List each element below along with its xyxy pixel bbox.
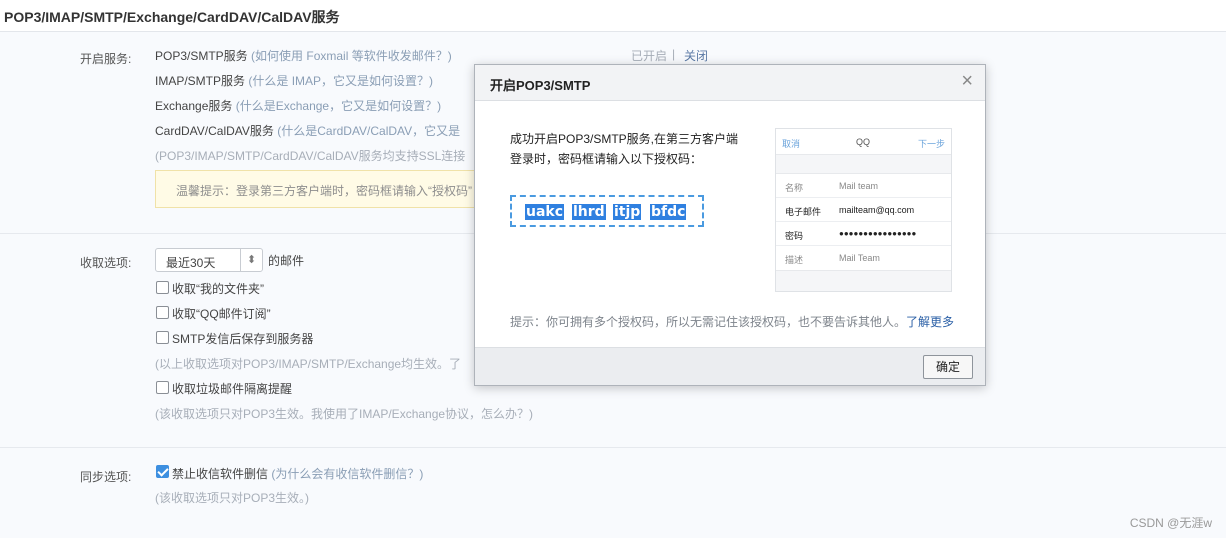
status-separator: | xyxy=(672,47,676,61)
illustration-row: 电子邮件 mailteam@qq.com xyxy=(776,198,951,222)
option-label: 禁止收信软件删信 xyxy=(172,467,269,481)
disable-pop3-link[interactable]: 关闭 xyxy=(684,47,708,64)
row-key: 电子邮件 xyxy=(785,207,822,217)
checkbox-prevent-delete[interactable] xyxy=(156,465,169,478)
illustration-next: 下一步 xyxy=(917,139,945,149)
hint-text: 提示：你可拥有多个授权码，所以无需记住该授权码，也不要告诉其他人。 xyxy=(510,315,907,329)
section-divider xyxy=(0,447,1226,448)
select-value: 最近30天 xyxy=(166,256,216,270)
row-value: Mail team xyxy=(839,181,879,191)
notice-text: 温馨提示：登录第三方客户端时，密码框请输入“授权码” xyxy=(176,184,472,198)
auth-code-part: bfdc xyxy=(650,204,687,220)
sync-help-link[interactable]: (为什么会有收信软件删信？) xyxy=(271,467,423,481)
auth-code-part: uakc xyxy=(525,204,565,220)
receive-note: (以上收取选项对POP3/IMAP/SMTP/Exchange均生效。了 xyxy=(155,357,462,371)
confirm-button[interactable]: 确定 xyxy=(923,355,973,379)
auth-code-part: lhrd xyxy=(572,204,606,220)
service-help-link[interactable]: (什么是CardDAV/CalDAV，它又是 xyxy=(277,124,460,138)
service-name: POP3/SMTP服务 xyxy=(155,49,248,63)
dialog-footer: 确定 xyxy=(475,347,985,385)
row-key: 描述 xyxy=(785,255,804,265)
service-help-link[interactable]: (什么是Exchange，它又是如何设置？) xyxy=(236,99,441,113)
option-label: 收取“QQ邮件订阅” xyxy=(172,307,271,321)
auth-code-part: itjp xyxy=(613,204,642,220)
ssl-note: (POP3/IMAP/SMTP/CardDAV/CalDAV服务均支持SSL连接 xyxy=(155,149,466,163)
select-arrows-icon: ⬍ xyxy=(240,249,262,271)
illustration-toolbar: 取消 QQ 下一步 xyxy=(776,129,951,155)
watermark: CSDN @无涯w xyxy=(1129,516,1212,530)
date-range-select[interactable]: 最近30天 ⬍ xyxy=(155,248,263,272)
illustration-row: 描述 Mail Team xyxy=(776,246,951,270)
row-key: 密码 xyxy=(785,231,804,241)
row-value: Mail Team xyxy=(839,253,880,263)
sync-option: 禁止收信软件删信 (为什么会有收信软件删信？) xyxy=(172,465,423,482)
message-line: 登录时，密码框请输入以下授权码： xyxy=(510,152,703,166)
client-setup-illustration: 取消 QQ 下一步 名称 Mail team 电子邮件 mailteam@qq.… xyxy=(775,128,952,292)
message-line: 成功开启POP3/SMTP服务,在第三方客户端 xyxy=(510,132,739,146)
service-row-imap: IMAP/SMTP服务 (什么是 IMAP，它又是如何设置？) xyxy=(155,72,433,89)
illustration-row: 名称 Mail team xyxy=(776,174,951,198)
illustration-cancel: 取消 xyxy=(782,139,801,149)
page-header: POP3/IMAP/SMTP/Exchange/CardDAV/CalDAV服务 xyxy=(0,0,1226,32)
illustration-form: 名称 Mail team 电子邮件 mailteam@qq.com 密码 ●●●… xyxy=(776,173,951,271)
illustration-title: QQ xyxy=(856,137,871,147)
checkbox-qq-subscription[interactable] xyxy=(156,306,169,319)
checkbox-smtp-save[interactable] xyxy=(156,331,169,344)
service-name: IMAP/SMTP服务 xyxy=(155,74,246,88)
option-label: SMTP发信后保存到服务器 xyxy=(172,332,314,346)
learn-more-link[interactable]: 了解更多 xyxy=(906,315,954,329)
option-label: 收取“我的文件夹” xyxy=(172,282,264,296)
receive-label: 收取选项: xyxy=(80,256,132,270)
row-value: ●●●●●●●●●●●●●●●● xyxy=(839,229,917,238)
service-name: Exchange服务 xyxy=(155,99,233,113)
auth-code-notice: 温馨提示：登录第三方客户端时，密码框请输入“授权码” xyxy=(155,170,485,208)
service-row-carddav: CardDAV/CalDAV服务 (什么是CardDAV/CalDAV，它又是 xyxy=(155,122,460,139)
dialog-header: 开启POP3/SMTP × xyxy=(475,65,985,101)
row-value: mailteam@qq.com xyxy=(839,205,915,215)
illustration-row: 密码 ●●●●●●●●●●●●●●●● xyxy=(776,222,951,246)
service-help-link[interactable]: (如何使用 Foxmail 等软件收发邮件？) xyxy=(251,49,452,63)
service-name: CardDAV/CalDAV服务 xyxy=(155,124,274,138)
sync-label: 同步选项: xyxy=(80,470,132,484)
dialog-message: 成功开启POP3/SMTP服务,在第三方客户端 登录时，密码框请输入以下授权码： xyxy=(510,129,750,169)
close-icon[interactable]: × xyxy=(961,71,973,91)
page-title: POP3/IMAP/SMTP/Exchange/CardDAV/CalDAV服务 xyxy=(4,9,340,25)
sync-note: (该收取选项只对POP3生效。) xyxy=(155,491,310,505)
checkbox-my-folders[interactable] xyxy=(156,281,169,294)
receive-note-pop3: (该收取选项只对POP3生效。我使用了IMAP/Exchange协议，怎么办？) xyxy=(155,407,534,421)
dialog-hint: 提示：你可拥有多个授权码，所以无需记住该授权码，也不要告诉其他人。了解更多 xyxy=(510,313,954,330)
services-label: 开启服务: xyxy=(80,52,132,66)
service-row-pop3: POP3/SMTP服务 (如何使用 Foxmail 等软件收发邮件？) xyxy=(155,47,452,64)
checkbox-spam-reminder[interactable] xyxy=(156,381,169,394)
option-label: 收取垃圾邮件隔离提醒 xyxy=(172,382,293,396)
service-help-link[interactable]: (什么是 IMAP，它又是如何设置？) xyxy=(248,74,433,88)
dialog-title: 开启POP3/SMTP xyxy=(490,78,591,93)
status-enabled: 已开启 xyxy=(631,49,668,63)
row-key: 名称 xyxy=(785,183,804,193)
auth-code-box[interactable]: uakc lhrd itjp bfdc xyxy=(510,195,704,227)
enable-pop3-dialog: 开启POP3/SMTP × 成功开启POP3/SMTP服务,在第三方客户端 登录… xyxy=(474,64,986,386)
service-row-exchange: Exchange服务 (什么是Exchange，它又是如何设置？) xyxy=(155,97,441,114)
select-suffix: 的邮件 xyxy=(268,254,305,268)
